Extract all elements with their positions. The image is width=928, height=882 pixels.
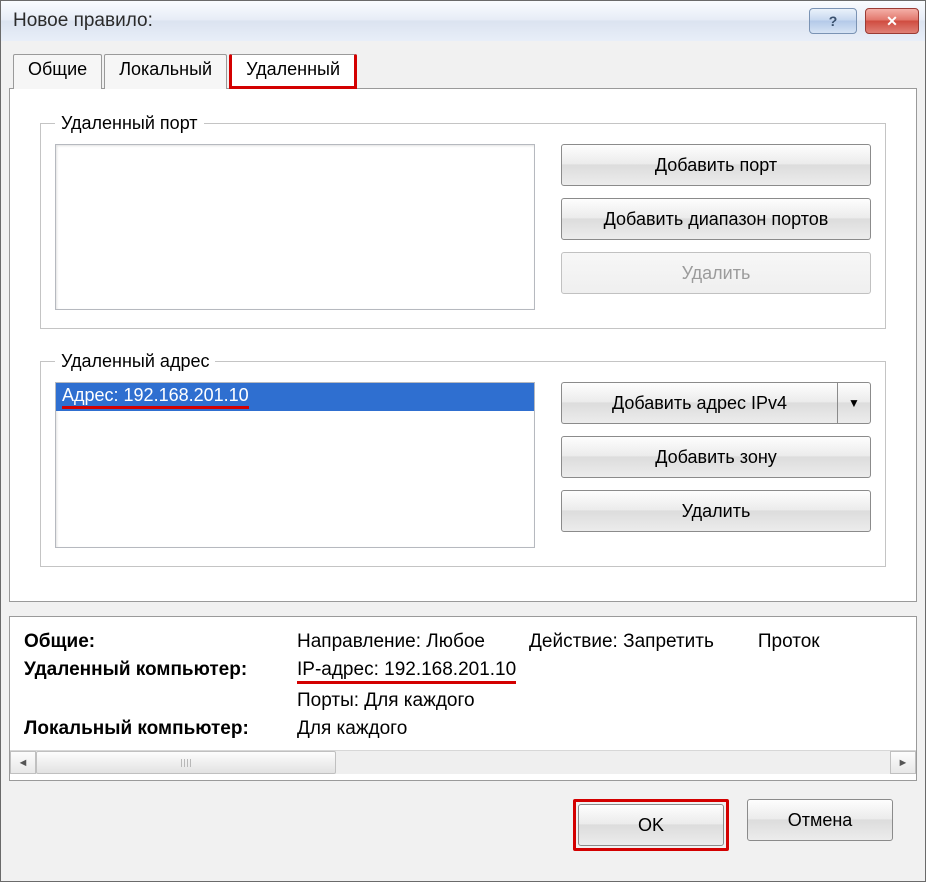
ok-button[interactable]: OK [578,804,724,846]
dialog-footer: OK Отмена [9,781,917,851]
tab-local-label: Локальный [119,59,212,79]
summary-protocol-label: Проток [758,631,820,653]
ok-highlight: OK [573,799,729,851]
tab-remote-label: Удаленный [246,59,340,79]
summary-row-remote-ip: Удаленный компьютер: IP-адрес: 192.168.2… [24,659,902,684]
tab-local[interactable]: Локальный [104,54,227,89]
group-remote-port-legend: Удаленный порт [55,113,204,134]
window-title: Новое правило: [13,10,809,32]
group-remote-address-legend: Удаленный адрес [55,351,215,372]
summary-action-value: Запретить [623,631,714,652]
chevron-right-icon: ► [898,757,909,769]
remote-address-list[interactable]: Адрес: 192.168.201.10 [55,382,535,548]
tab-strip: Общие Локальный Удаленный [13,53,917,88]
add-ipv4-dropdown[interactable]: ▼ [837,382,871,424]
delete-address-button[interactable]: Удалить [561,490,871,532]
tab-panel-remote: Удаленный порт Добавить порт Добавить ди… [9,88,917,602]
add-port-button[interactable]: Добавить порт [561,144,871,186]
scrollbar-thumb[interactable] [36,751,336,774]
add-port-range-button[interactable]: Добавить диапазон портов [561,198,871,240]
help-icon: ? [829,13,838,29]
scroll-right-button[interactable]: ► [890,751,916,774]
summary-row-remote-ports: Порты: Для каждого [24,690,902,712]
summary-remote-pc-ip: IP-адрес: 192.168.201.10 [297,659,516,684]
summary-direction-value: Любое [426,631,485,652]
summary-panel: Общие: Направление: Любое Действие: Запр… [9,616,917,781]
address-item-text: Адрес: 192.168.201.10 [62,385,249,409]
remote-address-buttons: Добавить адрес IPv4 ▼ Добавить зону Удал… [561,382,871,548]
cancel-button[interactable]: Отмена [747,799,893,841]
summary-remote-pc-label: Удаленный компьютер: [24,659,289,684]
group-remote-address: Удаленный адрес Адрес: 192.168.201.10 До… [40,351,886,567]
summary-remote-pc-ports: Порты: Для каждого [297,690,475,712]
scroll-left-button[interactable]: ◄ [10,751,36,774]
summary-row-local: Локальный компьютер: Для каждого [24,718,902,740]
summary-row-general: Общие: Направление: Любое Действие: Запр… [24,631,902,653]
content-area: Общие Локальный Удаленный Удаленный порт… [1,41,925,881]
summary-local-pc-label: Локальный компьютер: [24,718,289,740]
help-button[interactable]: ? [809,8,857,34]
dialog-window: Новое правило: ? ✕ Общие Локальный Удале… [0,0,926,882]
tab-general[interactable]: Общие [13,54,102,89]
title-bar: Новое правило: ? ✕ [1,1,925,41]
horizontal-scrollbar[interactable]: ◄ ► [10,750,916,774]
scrollbar-track[interactable] [36,751,890,774]
remote-port-list[interactable] [55,144,535,310]
add-ipv4-split-button: Добавить адрес IPv4 ▼ [561,382,871,424]
delete-port-button: Удалить [561,252,871,294]
summary-general-label: Общие: [24,631,289,653]
summary-direction: Направление: Любое [297,631,485,653]
remote-port-buttons: Добавить порт Добавить диапазон портов У… [561,144,871,310]
window-buttons: ? ✕ [809,8,919,34]
tab-remote[interactable]: Удаленный [229,54,357,89]
close-icon: ✕ [886,13,898,30]
close-button[interactable]: ✕ [865,8,919,34]
summary-action: Действие: Запретить [529,631,714,653]
tab-general-label: Общие [28,59,87,79]
list-item[interactable]: Адрес: 192.168.201.10 [56,383,534,411]
add-ipv4-button[interactable]: Добавить адрес IPv4 [561,382,837,424]
summary-spacer [24,690,289,712]
summary-body: Общие: Направление: Любое Действие: Запр… [10,627,916,750]
chevron-left-icon: ◄ [18,757,29,769]
chevron-down-icon: ▼ [848,396,860,410]
group-remote-port: Удаленный порт Добавить порт Добавить ди… [40,113,886,329]
summary-direction-label: Направление: [297,631,421,652]
summary-action-label: Действие: [529,631,618,652]
summary-local-pc-value: Для каждого [297,718,407,740]
add-zone-button[interactable]: Добавить зону [561,436,871,478]
